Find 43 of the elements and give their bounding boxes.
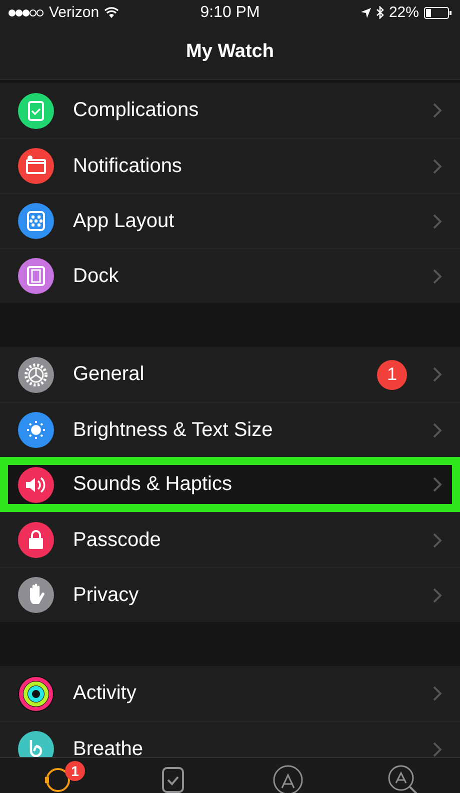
notification-badge: 1 [65,761,85,781]
chevron-icon [433,214,442,228]
settings-row[interactable]: General 1 [0,347,460,402]
row-label: Passcode [73,528,162,552]
row-label: Activity [73,682,138,705]
chevron-icon [433,477,442,492]
settings-row[interactable]: Dock [0,248,460,303]
settings-row[interactable]: Notifications [0,138,460,193]
chevron-icon [433,742,442,756]
nav-title: My Watch [186,41,274,63]
battery-icon [424,6,452,18]
row-label: Sounds & Haptics [73,473,233,496]
settings-row[interactable]: Activity [0,666,460,721]
battery-percent: 22% [388,4,419,21]
row-label: General [73,363,146,386]
settings-row[interactable]: Privacy [0,567,460,622]
settings-row[interactable]: Sounds & Haptics [0,457,460,512]
row-label: Complications [73,99,200,122]
signal-icon [8,8,44,16]
location-arrow-icon [360,8,371,18]
row-label: Brightness & Text Size [73,418,274,442]
row-label: Privacy [73,584,140,606]
chevron-icon [433,158,442,174]
chevron-icon [433,268,442,284]
settings-row[interactable]: Complications [0,83,460,138]
chevron-icon [433,367,442,382]
tab[interactable]: 1 [0,758,115,793]
row-label: Breathe [73,738,144,757]
settings-row[interactable]: Passcode [0,512,460,567]
chevron-icon [433,422,442,438]
notification-badge: 1 [377,360,407,390]
settings-row[interactable]: App Layout [0,193,460,248]
row-label: Notifications [73,154,183,178]
row-label: App Layout [73,210,176,232]
chevron-icon [433,588,442,602]
carrier-name: Verizon [49,4,100,21]
row-label: Dock [73,264,120,288]
wifi-icon [104,7,120,18]
status-time: 9:10 PM [200,4,260,22]
chevron-icon [433,103,442,118]
bluetooth-icon [376,6,384,19]
chevron-icon [433,532,442,548]
chevron-icon [433,686,442,701]
